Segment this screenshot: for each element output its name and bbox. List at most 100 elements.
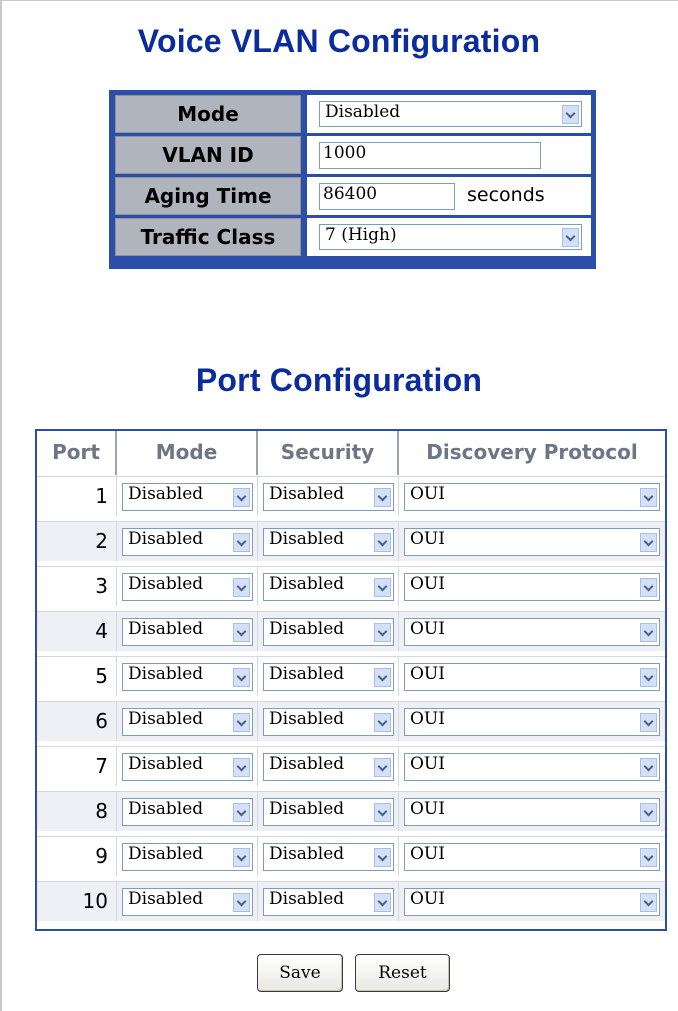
aging-time-value: 86400 (323, 184, 378, 204)
port-mode-select[interactable]: Disabled (122, 888, 253, 916)
port-mode-select[interactable]: Disabled (122, 618, 253, 646)
port-protocol-select[interactable]: OUI (404, 753, 660, 781)
port-security-value: Disabled (269, 574, 345, 594)
traffic-class-row: Traffic Class 7 (High) (113, 217, 592, 257)
vlan-id-cell: 1000 (303, 136, 591, 174)
chevron-down-icon[interactable] (640, 532, 657, 552)
chevron-down-icon[interactable] (233, 577, 250, 597)
chevron-down-icon[interactable] (640, 847, 657, 867)
port-security-value: Disabled (269, 799, 345, 819)
header-discovery-protocol: Discovery Protocol (426, 440, 638, 464)
chevron-down-icon[interactable] (640, 487, 657, 507)
port-protocol-value: OUI (410, 574, 445, 594)
chevron-down-icon[interactable] (233, 802, 250, 822)
chevron-down-icon[interactable] (374, 532, 391, 552)
chevron-down-icon[interactable] (640, 577, 657, 597)
port-protocol-select[interactable]: OUI (404, 888, 660, 916)
port-mode-value: Disabled (128, 664, 204, 684)
port-security-select[interactable]: Disabled (263, 483, 394, 511)
chevron-down-icon[interactable] (374, 847, 391, 867)
protocol-cell: OUI (399, 702, 665, 741)
chevron-down-icon[interactable] (233, 892, 250, 912)
aging-time-input[interactable]: 86400 (319, 183, 455, 210)
traffic-class-cell: 7 (High) (303, 218, 591, 256)
voice-mode-label: Mode (115, 95, 301, 133)
port-protocol-value: OUI (410, 664, 445, 684)
chevron-down-icon[interactable] (233, 667, 250, 687)
port-mode-select[interactable]: Disabled (122, 528, 253, 556)
protocol-cell: OUI (399, 882, 665, 921)
chevron-down-icon[interactable] (640, 667, 657, 687)
chevron-down-icon[interactable] (562, 227, 579, 247)
save-button[interactable]: Save (257, 954, 343, 992)
port-protocol-select[interactable]: OUI (404, 618, 660, 646)
port-mode-select[interactable]: Disabled (122, 708, 253, 736)
port-mode-select[interactable]: Disabled (122, 483, 253, 511)
port-security-select[interactable]: Disabled (263, 618, 394, 646)
voice-mode-row: Mode Disabled (113, 94, 592, 134)
port-mode-value: Disabled (128, 574, 204, 594)
port-protocol-select[interactable]: OUI (404, 573, 660, 601)
port-security-select[interactable]: Disabled (263, 798, 394, 826)
port-security-select[interactable]: Disabled (263, 528, 394, 556)
port-protocol-value: OUI (410, 484, 445, 504)
chevron-down-icon[interactable] (233, 712, 250, 732)
chevron-down-icon[interactable] (640, 757, 657, 777)
port-security-select[interactable]: Disabled (263, 753, 394, 781)
port-security-select[interactable]: Disabled (263, 663, 394, 691)
port-protocol-value: OUI (410, 619, 445, 639)
chevron-down-icon[interactable] (374, 757, 391, 777)
port-mode-value: Disabled (128, 844, 204, 864)
port-protocol-select[interactable]: OUI (404, 843, 660, 871)
chevron-down-icon[interactable] (640, 892, 657, 912)
port-mode-select[interactable]: Disabled (122, 573, 253, 601)
chevron-down-icon[interactable] (233, 847, 250, 867)
port-mode-select[interactable]: Disabled (122, 798, 253, 826)
port-security-select[interactable]: Disabled (263, 843, 394, 871)
vlan-id-input[interactable]: 1000 (319, 142, 541, 169)
mode-cell: Disabled (117, 477, 258, 516)
port-protocol-select[interactable]: OUI (404, 663, 660, 691)
port-protocol-select[interactable]: OUI (404, 483, 660, 511)
page-title: Voice VLAN Configuration (137, 23, 541, 59)
chevron-down-icon[interactable] (374, 622, 391, 642)
chevron-down-icon[interactable] (640, 622, 657, 642)
voice-mode-select[interactable]: Disabled (319, 101, 582, 127)
chevron-down-icon[interactable] (374, 577, 391, 597)
chevron-down-icon[interactable] (640, 712, 657, 732)
chevron-down-icon[interactable] (233, 622, 250, 642)
table-row: 6 Disabled Disabled OUI (37, 701, 665, 741)
chevron-down-icon[interactable] (374, 667, 391, 687)
chevron-down-icon[interactable] (562, 104, 579, 124)
chevron-down-icon[interactable] (233, 532, 250, 552)
chevron-down-icon[interactable] (233, 757, 250, 777)
chevron-down-icon[interactable] (640, 802, 657, 822)
chevron-down-icon[interactable] (233, 487, 250, 507)
port-protocol-select[interactable]: OUI (404, 798, 660, 826)
port-mode-select[interactable]: Disabled (122, 753, 253, 781)
port-mode-value: Disabled (128, 754, 204, 774)
port-security-select[interactable]: Disabled (263, 708, 394, 736)
port-protocol-select[interactable]: OUI (404, 528, 660, 556)
aging-time-unit: seconds (467, 184, 545, 206)
port-security-select[interactable]: Disabled (263, 888, 394, 916)
security-cell: Disabled (258, 792, 399, 831)
protocol-cell: OUI (399, 477, 665, 516)
traffic-class-select[interactable]: 7 (High) (319, 224, 582, 250)
port-mode-select[interactable]: Disabled (122, 843, 253, 871)
mode-cell: Disabled (117, 612, 258, 651)
reset-button[interactable]: Reset (355, 954, 450, 992)
chevron-down-icon[interactable] (374, 487, 391, 507)
security-cell: Disabled (258, 657, 399, 696)
port-mode-select[interactable]: Disabled (122, 663, 253, 691)
header-security: Security (258, 431, 399, 475)
protocol-cell: OUI (399, 567, 665, 606)
chevron-down-icon[interactable] (374, 802, 391, 822)
port-protocol-value: OUI (410, 844, 445, 864)
port-protocol-select[interactable]: OUI (404, 708, 660, 736)
port-security-select[interactable]: Disabled (263, 573, 394, 601)
chevron-down-icon[interactable] (374, 892, 391, 912)
security-cell: Disabled (258, 882, 399, 921)
chevron-down-icon[interactable] (374, 712, 391, 732)
port-config-title: Port Configuration (195, 362, 483, 398)
